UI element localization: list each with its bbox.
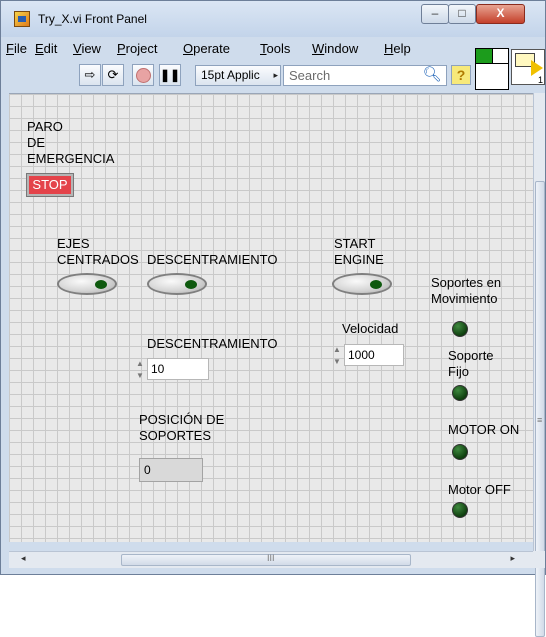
ejes-centrados-toggle[interactable] — [57, 273, 117, 295]
labview-app-icon — [14, 11, 30, 27]
descentramiento-numeric-label: DESCENTRAMIENTO — [147, 336, 278, 351]
resize-grip-icon[interactable] — [533, 551, 545, 568]
velocidad-increment-icon[interactable]: ▲ ▼ — [331, 344, 343, 368]
motor-on-led — [452, 444, 468, 460]
run-continuously-icon[interactable]: ⟳ — [102, 64, 124, 86]
vertical-scroll-thumb[interactable] — [535, 181, 545, 637]
vi-icon[interactable]: 1 — [511, 49, 545, 85]
menu-window[interactable]: Window — [312, 41, 358, 56]
stop-button[interactable]: STOP — [26, 173, 74, 197]
menu-file[interactable]: File — [6, 41, 27, 56]
horizontal-scroll-thumb[interactable] — [121, 554, 411, 566]
maximize-button[interactable]: □ — [448, 4, 476, 24]
soporte-fijo-label: Soporte Fijo — [448, 348, 494, 379]
menu-project[interactable]: Project — [117, 41, 157, 56]
connector-pane[interactable] — [475, 48, 509, 90]
soportes-movimiento-led — [452, 321, 468, 337]
menu-bar: File Edit View Project Operate Tools Win… — [1, 37, 473, 59]
soporte-fijo-led — [452, 385, 468, 401]
posicion-soportes-label: POSICIÓN DE SOPORTES — [139, 412, 225, 443]
front-panel-window: Try_X.vi Front Panel – □ X File Edit Vie… — [0, 0, 546, 637]
descentramiento-toggle-label: DESCENTRAMIENTO — [147, 252, 278, 267]
abort-icon[interactable] — [132, 64, 154, 86]
menu-help[interactable]: Help — [384, 41, 411, 56]
run-arrow-icon[interactable]: ⇨ — [79, 64, 101, 86]
descentramiento-toggle[interactable] — [147, 273, 207, 295]
vertical-scrollbar[interactable]: ≡ — [533, 93, 545, 637]
velocidad-input[interactable]: 1000 — [344, 344, 404, 366]
motor-off-label: Motor OFF — [448, 482, 511, 497]
vertical-grip-icon: ≡ — [537, 415, 543, 425]
motor-on-label: MOTOR ON — [448, 422, 520, 437]
window-title: Try_X.vi Front Panel — [38, 12, 147, 26]
context-help-icon[interactable]: ? — [451, 65, 471, 85]
emergency-stop-label: PARO DE EMERGENCIA — [27, 119, 115, 166]
minimize-button[interactable]: – — [421, 4, 449, 24]
menu-edit[interactable]: Edit — [35, 41, 57, 56]
start-engine-toggle[interactable] — [332, 273, 392, 295]
font-size-select[interactable]: 15pt Applic ▸ — [195, 65, 281, 86]
descentramiento-input[interactable]: 10 — [147, 358, 209, 380]
horizontal-grip-icon: III — [267, 553, 275, 563]
horizontal-scrollbar[interactable]: ◂ III ▸ — [9, 551, 533, 568]
start-engine-label: START ENGINE — [334, 236, 384, 267]
menu-operate[interactable]: Operate — [183, 41, 230, 56]
ejes-centrados-label: EJES CENTRADOS — [57, 236, 139, 267]
descentramiento-increment-icon[interactable]: ▲ ▼ — [134, 358, 146, 382]
menu-tools[interactable]: Tools — [260, 41, 290, 56]
velocidad-label: Velocidad — [342, 321, 399, 336]
menu-view[interactable]: View — [73, 41, 101, 56]
title-bar[interactable]: Try_X.vi Front Panel – □ X — [1, 1, 545, 37]
pause-icon[interactable]: ❚❚ — [159, 64, 181, 86]
scroll-right-arrow-icon[interactable]: ▸ — [510, 553, 515, 564]
search-icon[interactable]: 🔍︎ — [419, 64, 445, 86]
scroll-left-arrow-icon[interactable]: ◂ — [21, 553, 26, 564]
motor-off-led — [452, 502, 468, 518]
close-button[interactable]: X — [476, 4, 525, 24]
soportes-movimiento-label: Soportes en Movimiento — [431, 275, 502, 306]
posicion-soportes-indicator: 0 — [139, 458, 203, 482]
